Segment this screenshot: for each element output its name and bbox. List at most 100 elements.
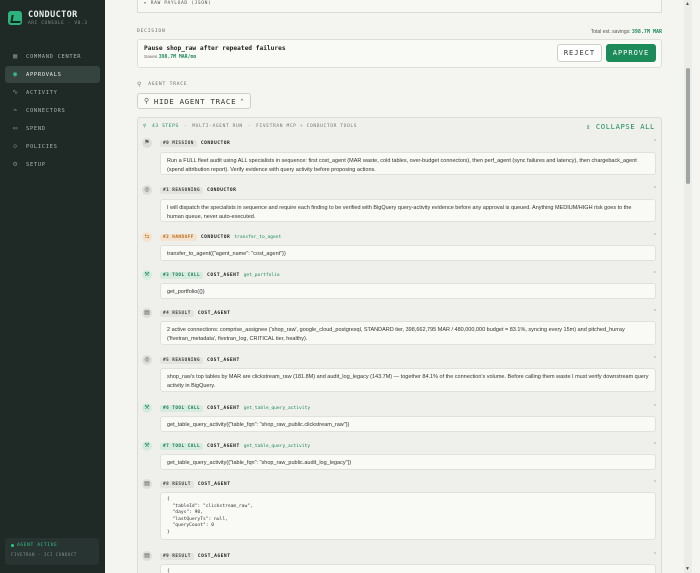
agent-trace-title: AGENT TRACE xyxy=(148,82,188,87)
step-body: get_table_query_activity({"table_fqn": "… xyxy=(160,416,656,432)
dollar-icon: ▭ xyxy=(13,124,18,132)
main-content: ▸ RAW PAYLOAD (JSON) DECISION Total est.… xyxy=(105,0,692,573)
step-body: 2 active connections: comprise_assignee … xyxy=(160,321,656,345)
step-tool: get_table_query_activity xyxy=(243,405,311,411)
hide-agent-trace-label: HIDE AGENT TRACE xyxy=(153,96,237,106)
sidebar-item-label: SPEND xyxy=(26,125,46,132)
step-header: #3 TOOL CALL COST_AGENT get_portfolio xyxy=(160,271,280,279)
chevron-up-icon[interactable]: ⌃ xyxy=(653,404,657,410)
step-agent: COST_AGENT xyxy=(207,405,240,411)
scroll-up-icon[interactable]: ▲ xyxy=(685,1,690,7)
step-tag: #3 TOOL CALL xyxy=(160,271,204,279)
brand-subtitle: ARC CONSOLE · V0.3 xyxy=(28,21,88,26)
chevron-up-icon[interactable]: ⌃ xyxy=(653,271,657,277)
step-header: #5 REASONING COST_AGENT xyxy=(160,356,240,364)
sidebar-item-label: POLICIES xyxy=(26,143,58,150)
chevron-up-icon[interactable]: ⌃ xyxy=(653,480,657,486)
paperclip-icon: ⚲ xyxy=(137,81,143,88)
link-icon: ⚲ xyxy=(143,124,147,129)
chevron-up-icon[interactable]: ⌃ xyxy=(653,552,657,558)
step-tag: #5 REASONING xyxy=(160,356,204,364)
sidebar-item-command-center[interactable]: ▦ COMMAND CENTER xyxy=(5,48,100,65)
sidebar-item-activity[interactable]: ∿ ACTIVITY xyxy=(5,84,100,101)
step-agent: COST_AGENT xyxy=(207,357,240,363)
step-agent: COST_AGENT xyxy=(197,553,231,559)
raw-payload-toggle[interactable]: ▸ RAW PAYLOAD (JSON) xyxy=(144,1,211,6)
scroll-down-icon[interactable]: ▼ xyxy=(685,566,690,572)
chevron-up-icon[interactable]: ⌃ xyxy=(653,233,657,239)
hide-agent-trace-button[interactable]: ⚲ HIDE AGENT TRACE ⌃ xyxy=(137,93,251,109)
chevron-up-icon[interactable]: ⌃ xyxy=(653,186,657,192)
result-icon: ▤ xyxy=(142,479,152,489)
step-header: #4 RESULT COST_AGENT xyxy=(160,309,230,317)
status-dot-icon xyxy=(11,544,14,547)
step-tag: #6 TOOL CALL xyxy=(160,404,204,412)
chevron-up-icon: ⌃ xyxy=(240,97,245,105)
scrollbar[interactable]: ▲ ▼ xyxy=(684,0,692,573)
link-icon: ⚲ xyxy=(144,97,150,105)
flag-icon: ⚑ xyxy=(142,138,152,148)
check-circle-icon: ◉ xyxy=(13,70,18,78)
agent-status-label: AGENT ACTIVE xyxy=(17,543,58,548)
savings-label: Total est. savings: xyxy=(590,29,631,35)
agent-status: AGENT ACTIVE xyxy=(11,543,93,548)
reject-button[interactable]: REJECT xyxy=(557,44,602,62)
pulse-icon: ∿ xyxy=(12,88,19,96)
agent-trace-panel: ⚲ 43 STEPS · MULTI-AGENT RUN · FIVETRAN … xyxy=(137,117,662,573)
handoff-icon: ⇆ xyxy=(142,232,152,242)
trace-header: ⚲ 43 STEPS · MULTI-AGENT RUN · FIVETRAN … xyxy=(143,124,357,129)
brand[interactable]: CONDUCTOR ARC CONSOLE · V0.3 xyxy=(0,0,105,36)
sidebar-item-label: SETUP xyxy=(26,161,46,168)
sidebar-item-setup[interactable]: ⚙ SETUP xyxy=(5,156,100,173)
chevron-up-icon[interactable]: ⌃ xyxy=(653,309,657,315)
step-header: #2 HANDOFF CONDUCTOR transfer_to_agent xyxy=(160,233,281,241)
trace-run-type: MULTI-AGENT RUN xyxy=(192,124,243,129)
sidebar-item-connectors[interactable]: ⌁ CONNECTORS xyxy=(5,102,100,119)
chevron-up-icon[interactable]: ⌃ xyxy=(653,139,657,145)
agent-status-box: AGENT ACTIVE FIVETRAN · ICI CONDUCT xyxy=(5,538,99,565)
wrench-icon: ⚒ xyxy=(142,441,152,451)
step-tool: get_portfolio xyxy=(243,272,280,278)
step-body: I will dispatch the specialists in seque… xyxy=(160,199,656,222)
collapse-icon: ⇕ xyxy=(585,122,591,131)
sidebar-item-label: COMMAND CENTER xyxy=(26,53,82,60)
saves-label: Saves xyxy=(144,55,158,60)
decision-card: Pause shop_raw after repeated failures S… xyxy=(137,39,662,68)
step-body: shop_raw's top tables by MAR are clickst… xyxy=(160,368,656,392)
result-icon: ▤ xyxy=(142,308,152,318)
step-body: get_table_query_activity({"table_fqn": "… xyxy=(160,454,656,470)
agent-status-sub: FIVETRAN · ICI CONDUCT xyxy=(11,553,77,558)
sidebar-item-label: ACTIVITY xyxy=(26,89,58,96)
step-header: #1 REASONING CONDUCTOR xyxy=(160,186,236,194)
step-header: #8 RESULT COST_AGENT xyxy=(160,480,230,488)
sidebar-nav: ▦ COMMAND CENTER ◉ APPROVALS ∿ ACTIVITY … xyxy=(0,48,105,173)
trace-meta-sep: · xyxy=(247,124,252,129)
step-tool: get_table_query_activity xyxy=(243,443,311,449)
step-body: Run a FULL fleet audit using ALL special… xyxy=(160,152,656,175)
approve-button[interactable]: APPROVE xyxy=(606,44,656,62)
step-body-json: { "tableId": "clickstream_raw", "days": … xyxy=(160,492,656,540)
step-tool: transfer_to_agent xyxy=(234,234,282,240)
chevron-up-icon[interactable]: ⌃ xyxy=(653,442,657,448)
agent-trace-label: ⚲ AGENT TRACE xyxy=(137,81,187,88)
sidebar-item-label: APPROVALS xyxy=(26,71,62,78)
raw-payload-panel: ▸ RAW PAYLOAD (JSON) xyxy=(137,0,662,13)
step-header: #6 TOOL CALL COST_AGENT get_table_query_… xyxy=(160,404,310,412)
step-tag: #1 REASONING xyxy=(160,186,204,194)
decision-saves: Saves 398.7M MAR/mo xyxy=(144,55,196,60)
step-body: get_portfolio({}) xyxy=(160,283,656,299)
step-header: #9 RESULT COST_AGENT xyxy=(160,552,230,560)
brain-icon: ◎ xyxy=(142,355,152,365)
shield-icon: ◇ xyxy=(13,142,18,150)
sidebar-item-policies[interactable]: ◇ POLICIES xyxy=(5,138,100,155)
collapse-all-label: COLLAPSE ALL xyxy=(595,122,655,131)
collapse-all-button[interactable]: ⇕ COLLAPSE ALL xyxy=(586,122,655,131)
total-savings: Total est. savings: 398.7M MAR xyxy=(591,29,662,35)
chevron-up-icon[interactable]: ⌃ xyxy=(653,356,657,362)
sidebar: CONDUCTOR ARC CONSOLE · V0.3 ▦ COMMAND C… xyxy=(0,0,105,573)
scroll-thumb[interactable] xyxy=(686,68,690,184)
steps-count: 43 STEPS xyxy=(151,124,179,129)
brand-name: CONDUCTOR xyxy=(28,10,78,20)
sidebar-item-spend[interactable]: ▭ SPEND xyxy=(5,120,100,137)
sidebar-item-approvals[interactable]: ◉ APPROVALS xyxy=(5,66,100,83)
